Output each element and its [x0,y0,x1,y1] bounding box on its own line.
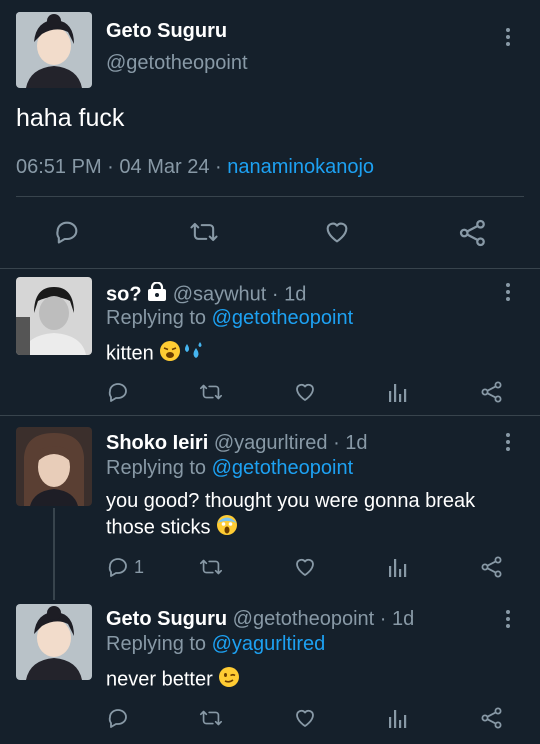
replying-to-handle[interactable]: @getotheopoint [212,307,354,329]
main-tweet-meta: 06:51 PM · 04 Mar 24 · nanaminokanojo [16,156,374,179]
divider [0,268,540,269]
reply-handle[interactable]: @yagurltired [214,432,328,454]
replying-to-handle[interactable]: @yagurltired [212,633,326,655]
tweet-client-link[interactable]: nanaminokanojo [227,156,374,178]
reply-text: those sticks [106,514,238,542]
reply-count: 1 [134,557,145,577]
reply-age: 1d [284,283,307,306]
tweet-time: 06:51 PM [16,156,102,178]
reply-text-content: never better [106,668,213,691]
retweet-icon[interactable] [198,706,224,730]
reply-icon[interactable] [106,555,130,579]
reply-icon[interactable] [106,380,130,404]
replying-to-prefix: Replying to [106,633,207,655]
divider [16,196,524,197]
reply-icon[interactable] [106,706,130,730]
meta-separator: · [379,608,387,630]
screaming-face-emoji-icon [216,514,238,542]
meta-separator: · [333,432,340,454]
reply-text: never better [106,666,240,694]
main-tweet-text: haha fuck [16,104,125,132]
kebab-menu-icon[interactable] [505,610,511,631]
lock-icon [147,281,167,308]
reply-display-name[interactable]: Shoko Ieiri [106,432,208,454]
kebab-menu-icon[interactable] [505,28,511,49]
sweat-droplets-emoji-icon [181,340,203,368]
reply-display-name[interactable]: so? [106,283,142,305]
retweet-icon[interactable] [188,218,220,246]
meta-separator: · [107,156,114,178]
share-icon[interactable] [458,218,488,248]
replying-to: Replying to @getotheopoint [106,457,353,480]
like-icon[interactable] [293,706,317,730]
tweet-date: 04 Mar 24 [119,156,210,178]
replying-to-handle[interactable]: @getotheopoint [212,457,354,479]
weary-face-emoji-icon [159,340,181,368]
reply-icon[interactable] [53,218,81,246]
thread-connector-line [53,508,55,600]
kebab-menu-icon[interactable] [505,283,511,304]
reply-handle[interactable]: @getotheopoint [233,608,375,630]
reply-header: so? @saywhut · 1d [106,281,307,308]
like-icon[interactable] [293,380,317,404]
divider [0,415,540,416]
main-display-name[interactable]: Geto Suguru [106,20,227,43]
reply-header: Shoko Ieiri @yagurltired · 1d [106,432,368,455]
reply-text: kitten [106,340,203,368]
analytics-icon[interactable] [387,555,409,579]
reply-text-line: you good? thought you were gonna break [106,490,476,512]
share-icon[interactable] [480,555,504,579]
retweet-icon[interactable] [198,380,224,404]
analytics-icon[interactable] [387,380,409,404]
reply-age: 1d [345,432,368,454]
analytics-icon[interactable] [387,706,409,730]
like-icon[interactable] [323,218,351,246]
winking-face-emoji-icon [218,666,240,694]
retweet-icon[interactable] [198,555,224,579]
reply-text-content: those sticks [106,516,211,539]
reply-age: 1d [392,608,415,630]
share-icon[interactable] [480,706,504,730]
replying-to-prefix: Replying to [106,307,207,329]
kebab-menu-icon[interactable] [505,433,511,454]
reply-author-avatar[interactable] [16,277,92,355]
reply-text-content: kitten [106,342,154,365]
main-handle[interactable]: @getotheopoint [106,52,248,75]
share-icon[interactable] [480,380,504,404]
reply-author-avatar[interactable] [16,604,92,680]
replying-to: Replying to @getotheopoint [106,307,353,330]
main-author-avatar[interactable] [16,12,92,88]
reply-header: Geto Suguru @getotheopoint · 1d [106,608,414,631]
reply-author-avatar[interactable] [16,427,92,506]
replying-to-prefix: Replying to [106,457,207,479]
meta-separator: · [271,283,279,306]
reply-display-name[interactable]: Geto Suguru [106,608,227,630]
replying-to: Replying to @yagurltired [106,633,325,656]
like-icon[interactable] [293,555,317,579]
reply-handle[interactable]: @saywhut [173,283,267,305]
meta-separator: · [215,156,222,178]
